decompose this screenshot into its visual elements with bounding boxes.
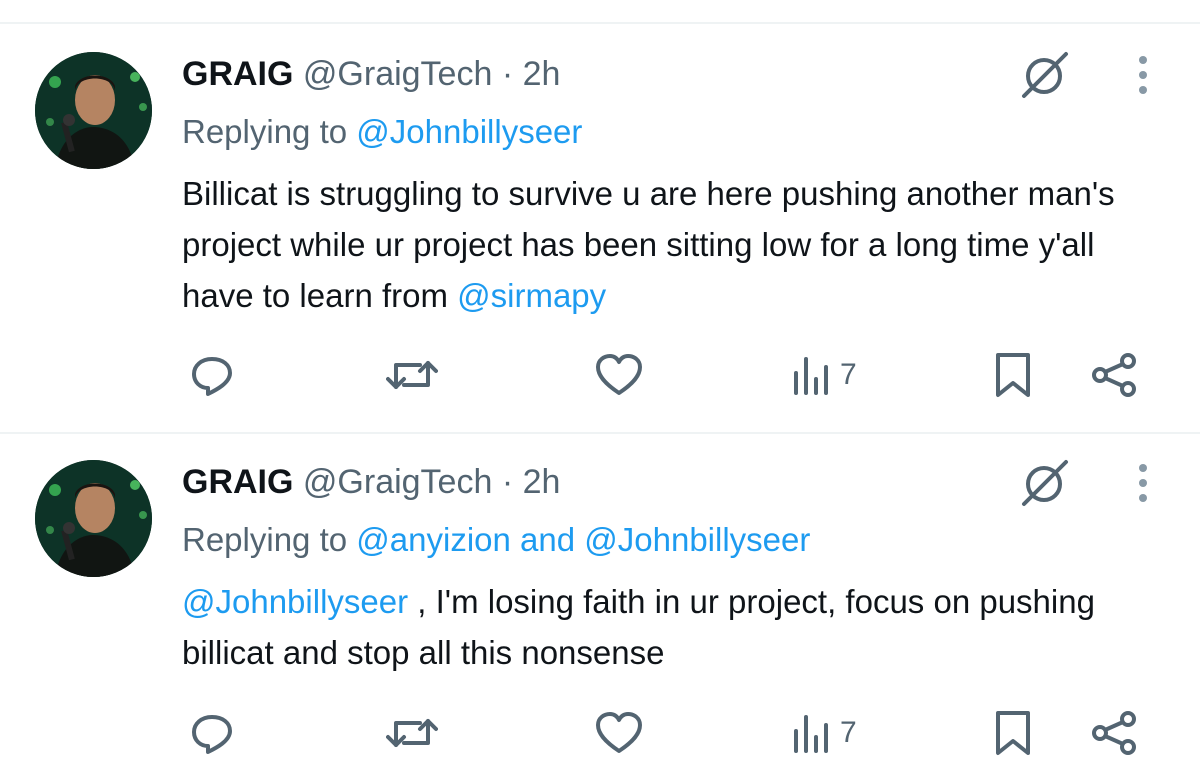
share-button[interactable] <box>1090 708 1140 758</box>
more-icon[interactable] <box>1128 462 1158 506</box>
tweet-text: @Johnbillyseer , I'm losing faith in ur … <box>182 576 1172 678</box>
separator: · <box>501 463 514 501</box>
bookmark-icon <box>996 711 1030 755</box>
reply-mention[interactable]: @anyizion <box>356 521 511 558</box>
views-count: 7 <box>840 716 857 749</box>
reply-icon <box>192 715 232 754</box>
like-button[interactable] <box>594 708 644 758</box>
replying-prefix: Replying to <box>182 521 348 558</box>
reply-button[interactable] <box>188 708 236 758</box>
tweet[interactable]: GRAIG @GraigTech · 2h Replying to @anyiz… <box>0 0 1200 776</box>
timestamp[interactable]: 2h <box>523 463 561 501</box>
display-name[interactable]: GRAIG <box>182 463 293 501</box>
retweet-icon <box>386 719 438 747</box>
share-icon <box>1092 711 1136 755</box>
reply-joiner: and <box>520 521 576 558</box>
views-button[interactable]: 7 <box>790 708 857 758</box>
user-handle[interactable]: @GraigTech <box>303 463 492 501</box>
reply-mention[interactable]: @Johnbillyseer <box>584 521 810 558</box>
heart-icon <box>596 712 642 753</box>
bookmark-button[interactable] <box>992 708 1034 758</box>
tweet-header: GRAIG @GraigTech · 2h <box>182 462 560 502</box>
grok-icon[interactable] <box>1018 454 1074 510</box>
retweet-button[interactable] <box>386 708 438 758</box>
views-icon <box>794 715 828 753</box>
avatar[interactable] <box>35 460 152 577</box>
tweet-mention[interactable]: @Johnbillyseer <box>182 583 408 620</box>
replying-to: Replying to @anyizion and @Johnbillyseer <box>182 520 810 560</box>
